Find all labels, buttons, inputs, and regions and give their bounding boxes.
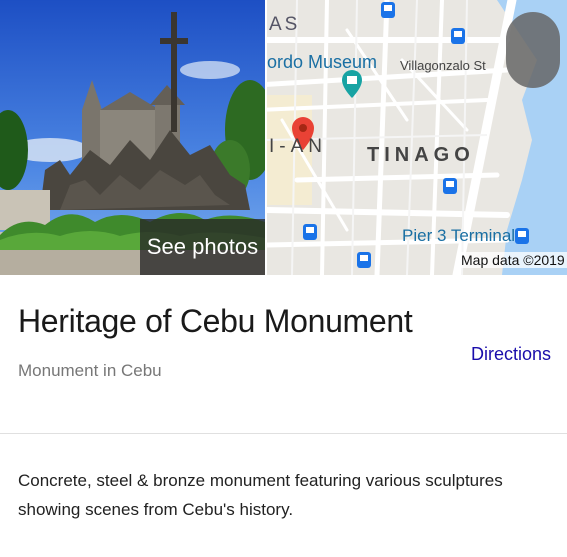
pegman-avatar[interactable]: [506, 12, 560, 88]
bus-stop-icon: [515, 228, 529, 244]
map-label-terminal: Pier 3 Terminal: [402, 226, 516, 245]
knowledge-panel-card: See photos AS ordo Museum Villagonzalo S…: [0, 0, 567, 557]
map-label-area: AS: [269, 14, 301, 35]
bus-stop-icon: [381, 2, 395, 18]
map-label-district-left: I-AN: [269, 136, 327, 157]
place-description: Concrete, steel & bronze monument featur…: [18, 471, 503, 519]
map-attribution: Map data ©2019: [457, 252, 567, 268]
bus-stop-icon: [357, 252, 371, 268]
media-strip: See photos AS ordo Museum Villagonzalo S…: [0, 0, 567, 275]
see-photos-button[interactable]: See photos: [140, 219, 265, 275]
location-map[interactable]: AS ordo Museum Villagonzalo St I-AN TINA…: [267, 0, 567, 275]
bus-stop-icon: [303, 224, 317, 240]
place-title: Heritage of Cebu Monument: [18, 303, 413, 339]
directions-link[interactable]: Directions: [471, 344, 551, 365]
map-label-museum: ordo Museum: [267, 52, 378, 72]
map-label-district: TINAGO: [367, 144, 475, 166]
map-label-street: Villagonzalo St: [400, 58, 486, 73]
divider: [0, 433, 567, 434]
place-category: Monument in Cebu: [18, 361, 162, 380]
place-photo[interactable]: See photos: [0, 0, 265, 275]
bus-stop-icon: [451, 28, 465, 44]
bus-stop-icon: [443, 178, 457, 194]
